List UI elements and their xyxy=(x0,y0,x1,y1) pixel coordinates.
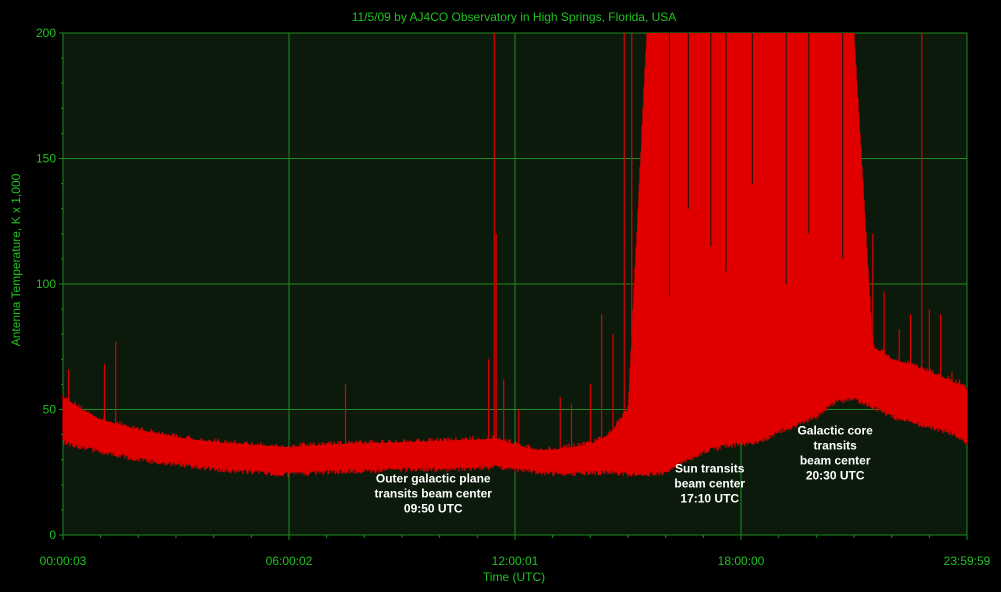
annotation-line: 20:30 UTC xyxy=(806,469,865,483)
annotation-line: transits xyxy=(813,439,857,453)
x-axis-label: Time (UTC) xyxy=(483,570,545,584)
annotation-line: 17:10 UTC xyxy=(680,491,739,505)
x-tick-label: 23:59:59 xyxy=(944,554,991,568)
annotation-line: 09:50 UTC xyxy=(404,501,463,515)
chart: 0 50 100 150 200 00:00:03 06:00:02 12:00:01 18:0… xyxy=(0,0,1001,592)
y-tick-label: 0 xyxy=(49,528,56,542)
x-tick-label: 00:00:03 xyxy=(40,554,87,568)
annotation-line: beam center xyxy=(800,454,871,468)
annotation-line: Sun transits xyxy=(675,461,745,475)
annotation-line: beam center xyxy=(674,476,745,490)
annotation-line: Galactic core xyxy=(797,424,873,438)
y-tick-label: 100 xyxy=(36,277,56,291)
annotation-line: Outer galactic plane xyxy=(376,471,491,485)
annotation-line: transits beam center xyxy=(375,486,493,500)
x-tick-label: 12:00:01 xyxy=(492,554,539,568)
y-tick-label: 200 xyxy=(36,26,56,40)
y-tick-label: 150 xyxy=(36,152,56,166)
x-tick-label: 06:00:02 xyxy=(266,554,313,568)
y-axis-label: Antenna Temperature, K x 1,000 xyxy=(9,173,23,346)
y-tick-label: 50 xyxy=(43,403,57,417)
x-tick-label: 18:00:00 xyxy=(718,554,765,568)
chart-title: 11/5/09 by AJ4CO Observatory in High Spr… xyxy=(352,10,677,24)
